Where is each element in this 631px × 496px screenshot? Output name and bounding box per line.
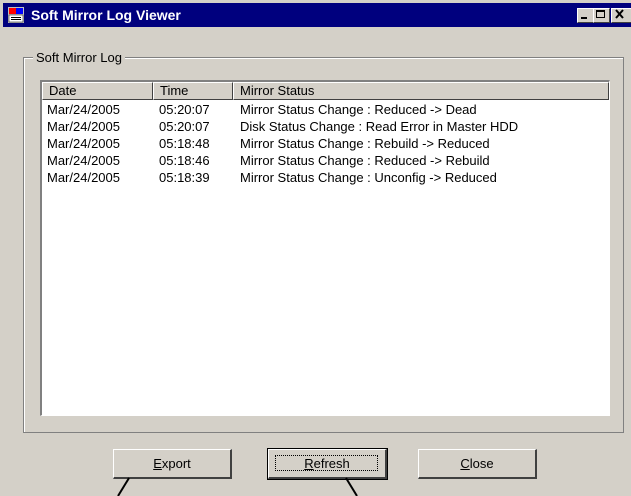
maximize-button[interactable]	[593, 8, 610, 23]
maximize-icon	[596, 10, 605, 18]
cell-date: Mar/24/2005	[47, 153, 120, 168]
cell-time: 05:18:46	[159, 153, 210, 168]
cell-time: 05:20:07	[159, 119, 210, 134]
close-label: lose	[469, 456, 494, 471]
log-viewer-window: Soft Mirror Log Viewer Soft Mirror Log D…	[0, 0, 631, 496]
cell-status: Mirror Status Change : Unconfig -> Reduc…	[240, 170, 497, 185]
groupbox-label: Soft Mirror Log	[33, 50, 125, 65]
column-header-time[interactable]: Time	[153, 82, 233, 100]
export-mnemonic: E	[153, 456, 162, 471]
cell-time: 05:18:39	[159, 170, 210, 185]
cell-date: Mar/24/2005	[47, 102, 120, 117]
close-window-button[interactable]	[611, 8, 631, 23]
cell-date: Mar/24/2005	[47, 170, 120, 185]
cell-status: Disk Status Change : Read Error in Maste…	[240, 119, 519, 134]
cell-time: 05:18:48	[159, 136, 210, 151]
log-list-view[interactable]: Date Time Mirror Status Mar/24/2005 05:2…	[40, 80, 610, 416]
cell-date: Mar/24/2005	[47, 136, 120, 151]
minimize-icon	[581, 17, 587, 19]
cell-date: Mar/24/2005	[47, 119, 120, 134]
cell-status: Mirror Status Change : Reduced -> Rebuil…	[240, 153, 490, 168]
close-button[interactable]: Close	[418, 449, 537, 479]
close-mnemonic: C	[460, 456, 470, 471]
export-label: xport	[161, 456, 191, 471]
title-bar[interactable]: Soft Mirror Log Viewer	[3, 3, 631, 27]
export-button[interactable]: Export	[113, 449, 232, 479]
cell-status: Mirror Status Change : Reduced -> Dead	[240, 102, 477, 117]
window-title: Soft Mirror Log Viewer	[31, 7, 181, 23]
column-header-status[interactable]: Mirror Status	[233, 82, 609, 100]
focus-rectangle	[275, 455, 378, 471]
cell-status: Mirror Status Change : Rebuild -> Reduce…	[240, 136, 490, 151]
close-icon	[615, 9, 624, 19]
minimize-button[interactable]	[577, 8, 594, 23]
list-header: Date Time Mirror Status	[42, 82, 609, 100]
app-window-icon	[8, 7, 24, 23]
cell-time: 05:20:07	[159, 102, 210, 117]
column-header-date[interactable]: Date	[42, 82, 153, 100]
refresh-button[interactable]: Refresh	[267, 448, 388, 480]
